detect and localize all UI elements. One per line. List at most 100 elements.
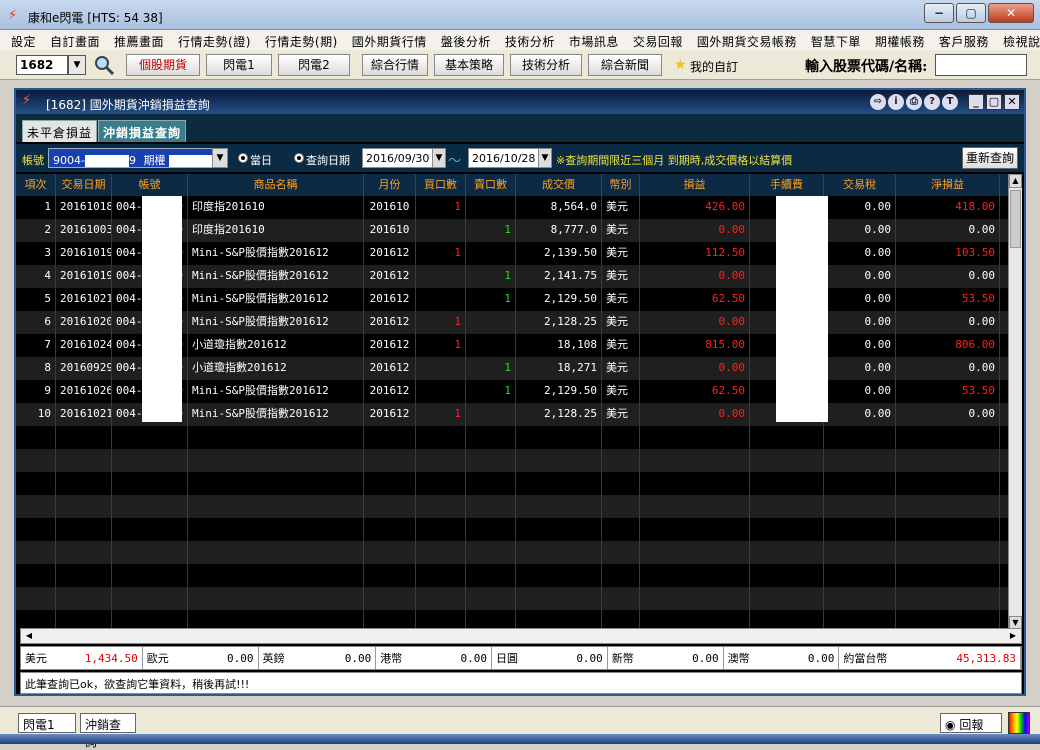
- table-cell-product: Mini-S&P股價指數201612: [188, 311, 364, 334]
- table-cell-fee: [750, 495, 824, 518]
- toolbar-button-flash2[interactable]: 閃電2: [278, 54, 350, 76]
- table-row[interactable]: [16, 541, 1008, 564]
- help-icon[interactable]: ?: [924, 94, 940, 110]
- table-row[interactable]: [16, 610, 1008, 630]
- column-header[interactable]: 買口數: [416, 174, 466, 196]
- menu-item-4[interactable]: 行情走勢(期): [258, 30, 345, 50]
- table-row[interactable]: [16, 426, 1008, 449]
- date-to-input[interactable]: 2016/10/28: [468, 148, 540, 168]
- my-pick-link[interactable]: 我的自訂: [690, 58, 738, 75]
- pin-icon[interactable]: T: [942, 94, 958, 110]
- minimize-button[interactable]: −: [924, 3, 954, 23]
- column-header[interactable]: 月份: [364, 174, 416, 196]
- table-row[interactable]: [16, 472, 1008, 495]
- table-cell-net: 0.00: [896, 311, 1000, 334]
- search-icon[interactable]: [92, 53, 116, 77]
- toolbar-button-market[interactable]: 綜合行情: [362, 54, 428, 76]
- column-header[interactable]: 項次: [16, 174, 56, 196]
- menu-item-10[interactable]: 國外期貨交易帳務: [690, 30, 804, 50]
- radio-today[interactable]: [238, 153, 248, 163]
- total-1: 歐元 0.00: [143, 647, 259, 669]
- menu-item-2[interactable]: 推薦畫面: [107, 30, 171, 50]
- column-header[interactable]: 幣別: [602, 174, 640, 196]
- chevron-down-icon[interactable]: ▼: [212, 148, 228, 168]
- total-currency-value: 0.00: [344, 651, 372, 665]
- export-icon[interactable]: ⇨: [870, 94, 886, 110]
- bottom-tab-offset-query[interactable]: 沖銷查詢: [80, 713, 136, 749]
- menu-item-0[interactable]: 設定: [4, 30, 43, 50]
- table-cell-net: 806.00: [896, 334, 1000, 357]
- menu-item-12[interactable]: 期權帳務: [868, 30, 932, 50]
- menu-item-7[interactable]: 技術分析: [498, 30, 562, 50]
- column-header[interactable]: 商品名稱: [188, 174, 364, 196]
- table-cell-date: [56, 518, 112, 541]
- menu-item-6[interactable]: 盤後分析: [434, 30, 498, 50]
- menu-item-8[interactable]: 市場訊息: [562, 30, 626, 50]
- tab-open-position[interactable]: 未平倉損益: [22, 120, 98, 142]
- total-currency-label: 新幣: [611, 652, 634, 665]
- color-palette-icon[interactable]: [1008, 712, 1030, 734]
- date-from-input[interactable]: 2016/09/30: [362, 148, 434, 168]
- menu-item-9[interactable]: 交易回報: [626, 30, 690, 50]
- account-select[interactable]: 9004- 9 期權: [48, 148, 226, 168]
- panel-maximize-button[interactable]: ▢: [986, 94, 1002, 110]
- menu-item-13[interactable]: 客戶服務: [932, 30, 996, 50]
- menu-item-1[interactable]: 自訂畫面: [43, 30, 107, 50]
- menu-item-3[interactable]: 行情走勢(證): [171, 30, 258, 50]
- refresh-button[interactable]: 重新查詢: [962, 147, 1018, 169]
- scroll-right-icon[interactable]: ▶: [1005, 629, 1021, 643]
- scroll-thumb[interactable]: [1010, 190, 1021, 248]
- toolbar-button-news[interactable]: 綜合新聞: [588, 54, 662, 76]
- tab-offset-pl[interactable]: 沖銷損益查詢: [98, 120, 187, 142]
- panel-minimize-button[interactable]: _: [968, 94, 984, 110]
- table-cell-month: [364, 541, 416, 564]
- radio-query-label[interactable]: 查詢日期: [306, 152, 350, 168]
- menu-item-14[interactable]: 檢視說明: [996, 30, 1040, 50]
- table-row[interactable]: [16, 449, 1008, 472]
- table-cell-price: [516, 518, 602, 541]
- stock-code-input[interactable]: 1682: [16, 55, 68, 75]
- panel-close-button[interactable]: ✕: [1004, 94, 1020, 110]
- chevron-down-icon[interactable]: ▼: [538, 148, 552, 168]
- table-cell-pl: 426.00: [640, 196, 750, 219]
- radio-query-date[interactable]: [294, 153, 304, 163]
- toolbar-button-strategy[interactable]: 基本策略: [434, 54, 504, 76]
- table-cell-fee: [750, 449, 824, 472]
- toolbar-button-technical[interactable]: 技術分析: [510, 54, 582, 76]
- column-header[interactable]: 交易日期: [56, 174, 112, 196]
- table-row[interactable]: [16, 495, 1008, 518]
- table-row[interactable]: [16, 587, 1008, 610]
- toolbar-button-stock-futures[interactable]: 個股期貨: [126, 54, 200, 76]
- table-cell-n: 8: [16, 357, 56, 380]
- info-icon[interactable]: i: [888, 94, 904, 110]
- column-header[interactable]: 淨損益: [896, 174, 1000, 196]
- print-icon[interactable]: ⎙: [906, 94, 922, 110]
- vertical-scrollbar[interactable]: ▲ ▼: [1008, 174, 1022, 630]
- column-header[interactable]: 交易稅: [824, 174, 896, 196]
- total-currency-value: 0.00: [576, 651, 603, 665]
- radio-today-label[interactable]: 當日: [250, 152, 272, 168]
- horizontal-scrollbar[interactable]: ◀ ▶: [20, 628, 1022, 644]
- column-header[interactable]: 帳號: [112, 174, 188, 196]
- maximize-button[interactable]: ▢: [956, 3, 986, 23]
- column-header[interactable]: 賣口數: [466, 174, 516, 196]
- chevron-down-icon[interactable]: ▼: [68, 55, 86, 75]
- column-header[interactable]: 成交價: [516, 174, 602, 196]
- column-header[interactable]: 損益: [640, 174, 750, 196]
- scroll-left-icon[interactable]: ◀: [21, 629, 37, 643]
- bottom-tab-flash1[interactable]: 閃電1: [18, 713, 76, 733]
- toolbar-button-flash1[interactable]: 閃電1: [206, 54, 272, 76]
- scroll-up-icon[interactable]: ▲: [1009, 174, 1022, 188]
- panel-header: ⚡ [1682] 國外期貨沖銷損益查詢 ⇨ i ⎙ ? T _ ▢ ✕: [16, 90, 1024, 114]
- table-row[interactable]: [16, 564, 1008, 587]
- table-row[interactable]: [16, 518, 1008, 541]
- table-cell-sell: 1: [466, 357, 516, 380]
- chevron-down-icon[interactable]: ▼: [432, 148, 446, 168]
- close-button[interactable]: ✕: [988, 3, 1034, 23]
- table-cell-cur: [602, 518, 640, 541]
- menu-item-5[interactable]: 國外期貨行情: [345, 30, 434, 50]
- stock-search-input[interactable]: [935, 54, 1027, 76]
- back-report-button[interactable]: ◉ 回報: [940, 713, 1002, 733]
- menu-item-11[interactable]: 智慧下單: [804, 30, 868, 50]
- column-header[interactable]: 手續費: [750, 174, 824, 196]
